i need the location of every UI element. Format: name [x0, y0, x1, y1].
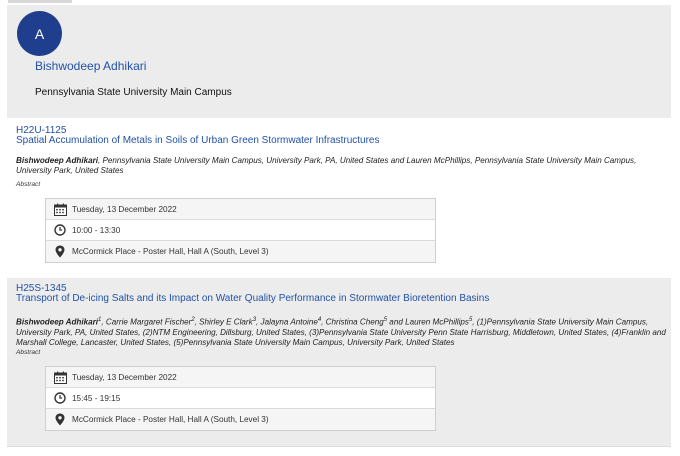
author-name: , Shirley E Clark	[194, 317, 253, 327]
session-time: 15:45 - 19:15	[72, 393, 121, 403]
abstract-title[interactable]: Transport of De-icing Salts and its Impa…	[16, 293, 489, 304]
session-info: Tuesday, 13 December 2022 10:00 - 13:30 …	[45, 198, 436, 263]
author-name: , Christina Cheng	[321, 317, 384, 327]
session-location-row: McCormick Place - Poster Hall, Hall A (S…	[46, 241, 435, 262]
profile-institution: Pennsylvania State University Main Campu…	[35, 87, 232, 98]
session-time-row: 10:00 - 13:30	[46, 220, 435, 241]
clock-icon	[50, 392, 70, 404]
author-list: Bishwodeep Adhikari, Pennsylvania State …	[16, 156, 666, 176]
author-list: Bishwodeep Adhikari1, Carrie Margaret Fi…	[16, 315, 666, 348]
avatar: A	[17, 11, 62, 56]
session-time-row: 15:45 - 19:15	[46, 388, 435, 409]
session-location[interactable]: McCormick Place - Poster Hall, Hall A (S…	[72, 415, 269, 424]
abstract-label[interactable]: Abstract	[16, 181, 40, 188]
session-date: Tuesday, 13 December 2022	[72, 372, 177, 382]
session-location-row: McCormick Place - Poster Hall, Hall A (S…	[46, 409, 435, 430]
map-pin-icon	[50, 413, 70, 426]
map-pin-icon	[50, 245, 70, 258]
lead-author: Bishwodeep Adhikari	[16, 317, 99, 327]
calendar-icon	[50, 371, 70, 384]
divider	[7, 446, 671, 447]
lead-author: Bishwodeep Adhikari	[16, 156, 99, 165]
profile-name[interactable]: Bishwodeep Adhikari	[35, 59, 146, 73]
clock-icon	[50, 224, 70, 236]
author-name: and Lauren McPhillips	[387, 317, 469, 327]
session-time: 10:00 - 13:30	[72, 225, 121, 235]
abstract-title[interactable]: Spatial Accumulation of Metals in Soils …	[16, 135, 380, 146]
author-name: , Carrie Margaret Fischer	[101, 317, 192, 327]
top-tab[interactable]	[8, 0, 72, 3]
author-name: , Jalayna Antoine	[256, 317, 318, 327]
abstract-card: H25S-1345 Transport of De-icing Salts an…	[7, 278, 671, 446]
abstract-label[interactable]: Abstract	[16, 349, 40, 356]
profile-header: A Bishwodeep Adhikari Pennsylvania State…	[7, 5, 671, 118]
calendar-icon	[50, 203, 70, 216]
session-date-row: Tuesday, 13 December 2022	[46, 199, 435, 220]
session-date: Tuesday, 13 December 2022	[72, 204, 177, 214]
session-location[interactable]: McCormick Place - Poster Hall, Hall A (S…	[72, 247, 269, 256]
author-details: , Pennsylvania State University Main Cam…	[16, 156, 637, 175]
session-info: Tuesday, 13 December 2022 15:45 - 19:15 …	[45, 366, 436, 431]
session-date-row: Tuesday, 13 December 2022	[46, 367, 435, 388]
abstract-card: H22U-1125 Spatial Accumulation of Metals…	[7, 118, 671, 278]
